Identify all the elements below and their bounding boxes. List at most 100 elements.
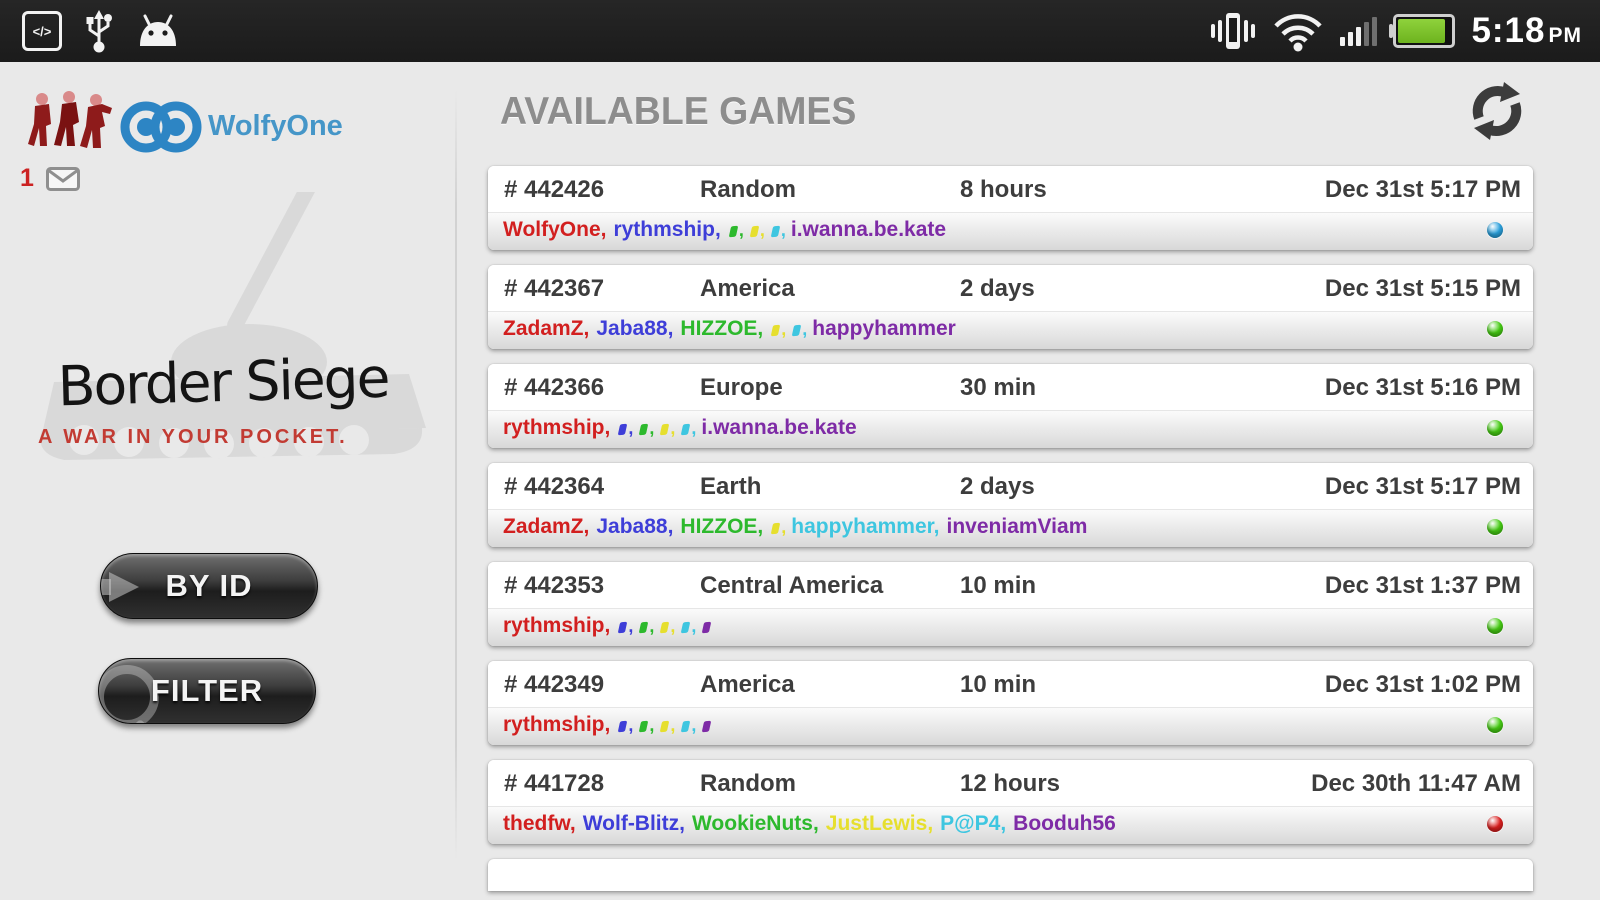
game-row-info: # 441728 Random 12 hours Dec 30th 11:47 … bbox=[488, 760, 1533, 806]
player-separator: , bbox=[780, 220, 786, 240]
game-row-info: # 442426 Random 8 hours Dec 31st 5:17 PM bbox=[488, 166, 1533, 212]
player-name: Jaba88, bbox=[596, 515, 674, 538]
player-name: rythmship, bbox=[503, 416, 611, 439]
player-color-mark bbox=[770, 225, 781, 238]
game-map: Random bbox=[700, 176, 796, 203]
game-status-dot bbox=[1487, 618, 1503, 634]
player-color-mark bbox=[749, 225, 760, 238]
game-date: Dec 31st 5:16 PM bbox=[1324, 374, 1521, 401]
refresh-icon[interactable] bbox=[1466, 80, 1528, 142]
player-list: ZadamZ, Jaba88, HIZZOE,,, happyhammer bbox=[503, 317, 963, 340]
game-id: # 442367 bbox=[504, 275, 605, 302]
clock-time: 5:18 bbox=[1471, 11, 1546, 50]
user-name[interactable]: WolfyOne bbox=[208, 110, 343, 143]
game-date: Dec 31st 1:02 PM bbox=[1324, 671, 1521, 698]
game-row[interactable]: # 442367 America 2 days Dec 31st 5:15 PM… bbox=[488, 265, 1533, 349]
game-map: Europe bbox=[700, 374, 783, 401]
unread-mail-count: 1 bbox=[20, 164, 34, 192]
player-separator: , bbox=[670, 715, 676, 735]
game-status-dot bbox=[1487, 222, 1503, 238]
game-id: # 442364 bbox=[504, 473, 605, 500]
wolfyone-logo-icon[interactable] bbox=[120, 98, 202, 156]
signal-strength-icon bbox=[1340, 16, 1378, 46]
player-color-mark bbox=[618, 720, 628, 733]
game-status-dot bbox=[1487, 420, 1503, 436]
player-color-mark bbox=[681, 720, 691, 733]
sidebar: WolfyOne 1 Border Siege A WAR IN YOUR PO… bbox=[0, 62, 455, 900]
player-separator: , bbox=[649, 418, 655, 438]
player-separator: , bbox=[802, 319, 808, 339]
game-row[interactable]: # 442364 Earth 2 days Dec 31st 5:17 PM Z… bbox=[488, 463, 1533, 547]
app-logo-title: Border Siege bbox=[56, 345, 390, 419]
player-color-mark bbox=[639, 423, 649, 436]
wifi-icon bbox=[1274, 14, 1323, 52]
game-row[interactable]: # 442426 Random 8 hours Dec 31st 5:17 PM… bbox=[488, 166, 1533, 250]
game-row[interactable]: # 442349 America 10 min Dec 31st 1:02 PM… bbox=[488, 661, 1533, 745]
player-list: thedfw, Wolf-Blitz, WookieNuts, JustLewis, P… bbox=[503, 812, 1123, 835]
player-name: HIZZOE, bbox=[680, 515, 764, 538]
player-name: happyhammer bbox=[812, 317, 956, 340]
game-date: Dec 31st 5:17 PM bbox=[1324, 176, 1521, 203]
game-turn-time: 2 days bbox=[960, 473, 1035, 500]
player-separator: , bbox=[759, 220, 765, 240]
player-separator: , bbox=[691, 715, 697, 735]
game-row[interactable]: # 442353 Central America 10 min Dec 31st… bbox=[488, 562, 1533, 646]
filter-button-label: FILTER bbox=[150, 673, 264, 708]
player-separator: , bbox=[628, 715, 634, 735]
player-name: P@P4, bbox=[940, 812, 1007, 835]
game-row-players: rythmship,,,,, bbox=[488, 707, 1533, 745]
android-status-bar: </> 5:18 PM bbox=[0, 0, 1600, 62]
player-name: rythmship, bbox=[613, 218, 721, 241]
player-name: HIZZOE, bbox=[680, 317, 764, 340]
player-color-mark bbox=[681, 621, 691, 634]
player-color-mark bbox=[728, 225, 739, 238]
player-name: ZadamZ, bbox=[503, 317, 590, 340]
by-id-button[interactable]: BY ID bbox=[100, 553, 318, 619]
player-separator: , bbox=[628, 418, 634, 438]
player-color-mark bbox=[639, 621, 649, 634]
game-map: Earth bbox=[700, 473, 762, 500]
status-bar-left-icons: </> bbox=[22, 0, 180, 62]
game-date: Dec 31st 1:37 PM bbox=[1324, 572, 1521, 599]
player-color-mark bbox=[770, 324, 781, 337]
player-separator: , bbox=[670, 418, 676, 438]
game-date: Dec 31st 5:15 PM bbox=[1324, 275, 1521, 302]
soldiers-icon[interactable] bbox=[26, 90, 114, 150]
player-separator: , bbox=[649, 616, 655, 636]
player-name: WolfyOne, bbox=[503, 218, 607, 241]
game-row-players: ZadamZ, Jaba88, HIZZOE,,, happyhammer bbox=[488, 311, 1533, 349]
game-date: Dec 31st 5:17 PM bbox=[1324, 473, 1521, 500]
player-name: i.wanna.be.kate bbox=[701, 416, 857, 439]
game-id: # 442426 bbox=[504, 176, 605, 203]
game-status-dot bbox=[1487, 717, 1503, 733]
by-id-button-label: BY ID bbox=[165, 568, 253, 603]
usb-icon bbox=[86, 10, 112, 53]
player-color-mark bbox=[618, 423, 628, 436]
android-icon bbox=[140, 14, 176, 46]
player-color-mark bbox=[702, 621, 712, 634]
player-color-mark bbox=[660, 720, 670, 733]
clock-meridiem: PM bbox=[1548, 24, 1582, 47]
app-screen: </> 5:18 PM WolfyOne 1 Border Siege A WA… bbox=[0, 0, 1600, 900]
game-turn-time: 8 hours bbox=[960, 176, 1047, 203]
player-color-mark bbox=[618, 621, 628, 634]
mail-icon[interactable] bbox=[46, 167, 80, 191]
game-row-partial[interactable] bbox=[488, 859, 1533, 891]
player-separator: , bbox=[649, 715, 655, 735]
game-status-dot bbox=[1487, 519, 1503, 535]
game-row[interactable]: # 442366 Europe 30 min Dec 31st 5:16 PM … bbox=[488, 364, 1533, 448]
player-list: rythmship,,,,, bbox=[503, 713, 712, 736]
filter-button[interactable]: FILTER bbox=[98, 658, 316, 724]
player-name: inveniamViam bbox=[946, 515, 1088, 538]
game-row-players: thedfw, Wolf-Blitz, WookieNuts, JustLewis, P… bbox=[488, 806, 1533, 844]
battery-icon bbox=[1389, 14, 1456, 48]
game-row[interactable]: # 441728 Random 12 hours Dec 30th 11:47 … bbox=[488, 760, 1533, 844]
player-name: happyhammer, bbox=[791, 515, 940, 538]
player-separator: , bbox=[628, 616, 634, 636]
main-panel: AVAILABLE GAMES # 442426 Random 8 hours … bbox=[455, 62, 1600, 900]
player-name: Booduh56 bbox=[1013, 812, 1116, 835]
status-bar-clock: 5:18 PM bbox=[1471, 11, 1582, 51]
game-row-info: # 442353 Central America 10 min Dec 31st… bbox=[488, 562, 1533, 608]
game-map: Random bbox=[700, 770, 796, 797]
player-color-mark bbox=[791, 324, 802, 337]
